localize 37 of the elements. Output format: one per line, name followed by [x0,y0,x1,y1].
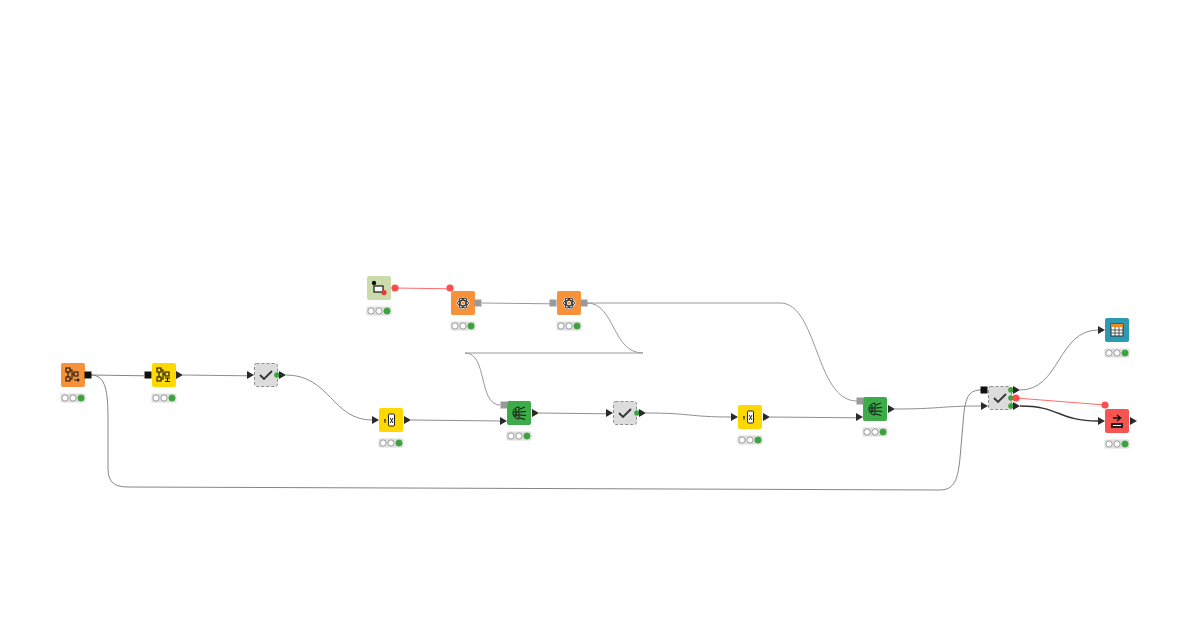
port-triangle-icon[interactable] [279,371,286,379]
port-dot-icon[interactable] [446,284,454,292]
port-triangle-icon[interactable] [981,402,988,410]
port-square-icon[interactable] [84,371,92,379]
port-square-icon[interactable] [144,371,152,379]
hierarchy-icon[interactable] [61,363,85,387]
port-square-icon[interactable] [980,386,988,394]
table-icon[interactable] [1105,318,1129,342]
port-triangle-icon[interactable] [763,413,770,421]
port-triangle-icon[interactable] [888,405,895,413]
port-triangle-icon[interactable] [176,371,183,379]
hierarchy-icon[interactable] [152,363,176,387]
port-triangle-icon[interactable] [606,409,613,417]
atom-icon[interactable] [557,291,581,315]
port-triangle-icon[interactable] [639,409,646,417]
port-triangle-icon[interactable] [1130,417,1137,425]
port-triangle-icon[interactable] [372,416,379,424]
port-triangle-icon[interactable] [532,409,539,417]
port-triangle-icon[interactable] [1098,326,1105,334]
function-icon[interactable] [738,405,762,429]
atom-icon[interactable] [451,291,475,315]
checkmark-icon[interactable] [254,363,278,387]
port-dot-icon[interactable] [1101,401,1109,409]
brain-icon[interactable] [507,401,531,425]
port-triangle-icon[interactable] [1098,417,1105,425]
port-triangle-icon[interactable] [731,413,738,421]
port-triangle-icon[interactable] [500,417,507,425]
function-icon[interactable] [379,408,403,432]
port-triangle-icon[interactable] [247,371,254,379]
port-triangle-icon[interactable] [856,413,863,421]
port-triangle-icon[interactable] [404,416,411,424]
brain-icon[interactable] [863,397,887,421]
port-dot-icon[interactable] [391,284,399,292]
node-icon[interactable] [367,276,391,300]
checkmark-icon[interactable] [613,401,637,425]
checkmark-icon[interactable] [988,386,1012,410]
port-dot-icon[interactable] [1012,394,1020,402]
